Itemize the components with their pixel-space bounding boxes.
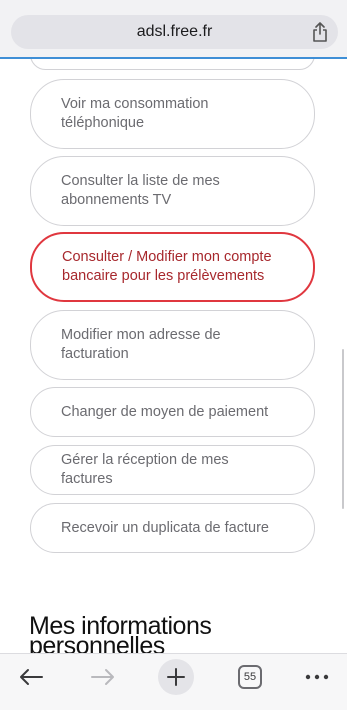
menu-item-label: Recevoir un duplicata de facture (61, 519, 269, 536)
url-field[interactable]: adsl.free.fr (11, 15, 338, 49)
menu-item-invoice-duplicate[interactable]: Recevoir un duplicata de facture (30, 503, 315, 553)
more-icon[interactable] (302, 664, 332, 690)
menu-item-label: Consulter la liste de mes abonnements TV (61, 173, 220, 208)
menu-item-bank-account[interactable]: Consulter / Modifier mon compte bancaire… (30, 232, 315, 302)
tab-count: 55 (243, 671, 257, 683)
forward-arrow-icon[interactable] (88, 664, 118, 690)
menu-item-tv-subscriptions[interactable]: Consulter la liste de mes abonnements TV (30, 156, 315, 226)
browser-toolbar: 55 (0, 653, 347, 710)
menu-item-phone-usage[interactable]: Voir ma consommation téléphonique (30, 79, 315, 149)
menu-item-invoice-delivery[interactable]: Gérer la réception de mes factures (30, 445, 315, 495)
back-arrow-icon[interactable] (16, 664, 46, 690)
share-icon[interactable] (311, 22, 329, 42)
menu-item-label: Consulter / Modifier mon compte bancaire… (62, 249, 272, 284)
address-bar: adsl.free.fr (0, 0, 347, 59)
menu-item-billing-address[interactable]: Modifier mon adresse de facturation (30, 310, 315, 380)
plus-icon (167, 668, 185, 686)
url-text[interactable]: adsl.free.fr (11, 23, 338, 41)
page-content: Voir ma consommation téléphonique Consul… (0, 59, 347, 653)
menu-item-payment-method[interactable]: Changer de moyen de paiement (30, 387, 315, 437)
section-title: Mes informations personnelles (29, 612, 212, 654)
menu-item-partial[interactable] (30, 59, 315, 70)
menu-item-label: Modifier mon adresse de facturation (61, 327, 221, 362)
new-tab-button[interactable] (158, 659, 194, 695)
menu-item-label: Gérer la réception de mes factures (61, 452, 229, 487)
tabs-icon[interactable]: 55 (238, 665, 262, 689)
menu-item-label: Voir ma consommation téléphonique (61, 96, 209, 131)
scrollbar[interactable] (342, 349, 344, 509)
menu-item-label: Changer de moyen de paiement (61, 403, 269, 420)
